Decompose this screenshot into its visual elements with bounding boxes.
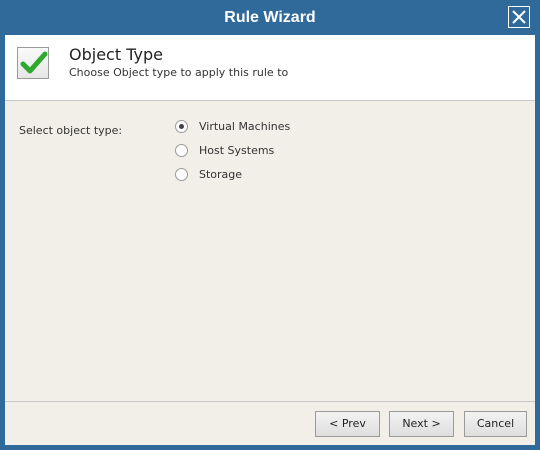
wizard-content: Select object type: Virtual Machines Hos… [5, 101, 535, 401]
title-bar[interactable]: Rule Wizard [0, 0, 540, 35]
rule-wizard-window: Rule Wizard Object Type Choose Object ty… [0, 0, 540, 450]
step-icon-frame [17, 47, 49, 79]
radio-button[interactable] [175, 168, 188, 181]
object-type-label: Select object type: [19, 124, 123, 137]
step-title: Object Type [69, 45, 163, 64]
next-button[interactable]: Next > [389, 411, 454, 437]
wizard-header: Object Type Choose Object type to apply … [5, 35, 535, 101]
window-title: Rule Wizard [224, 9, 316, 26]
radio-button[interactable] [175, 120, 188, 133]
close-icon [512, 10, 526, 24]
cancel-button[interactable]: Cancel [464, 411, 527, 437]
close-button[interactable] [508, 6, 530, 28]
checkmark-icon [20, 51, 48, 74]
wizard-footer: < Prev Next > Cancel [5, 401, 535, 445]
radio-label: Storage [199, 168, 243, 181]
prev-button[interactable]: < Prev [315, 411, 380, 437]
radio-button[interactable] [175, 144, 188, 157]
step-subtitle: Choose Object type to apply this rule to [69, 66, 289, 79]
radio-label: Virtual Machines [199, 120, 291, 133]
radio-label: Host Systems [199, 144, 275, 157]
